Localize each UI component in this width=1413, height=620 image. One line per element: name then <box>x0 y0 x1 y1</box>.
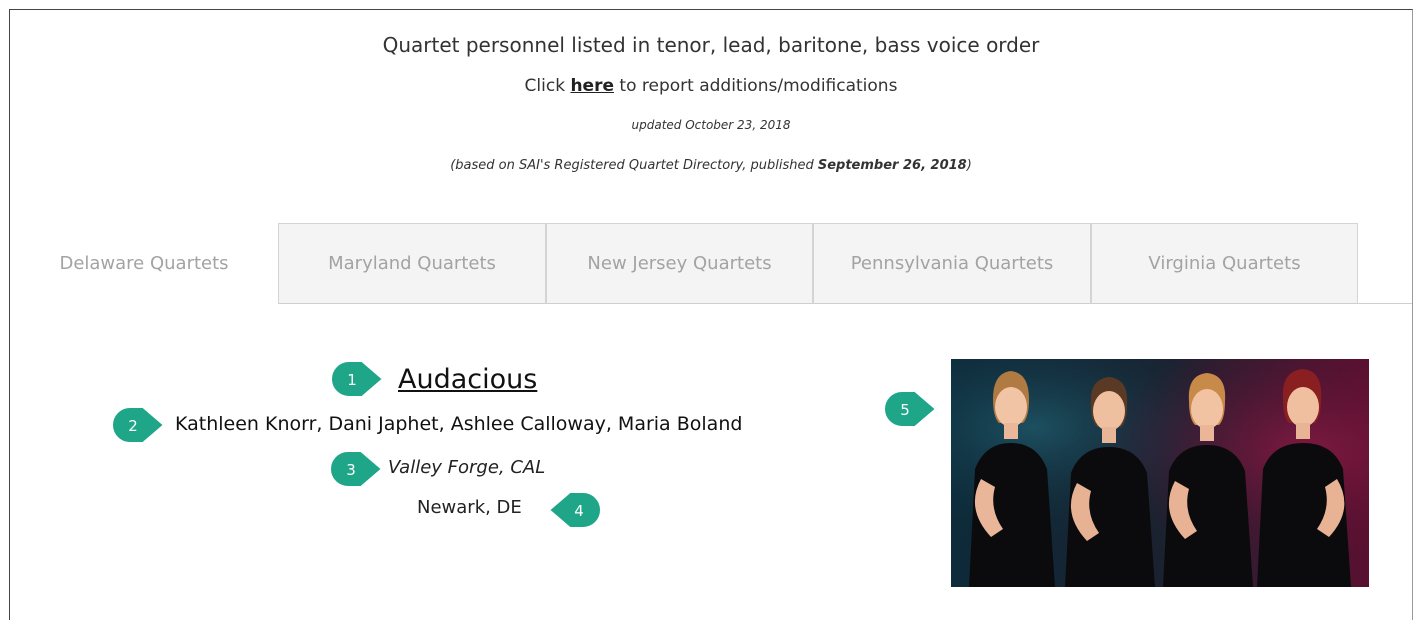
callout-label-1: 1 <box>347 371 357 389</box>
source-prefix: (based on SAI's Registered Quartet Direc… <box>450 158 818 173</box>
quartet-photo <box>951 359 1369 587</box>
callout-label-4: 4 <box>574 502 584 520</box>
page-frame: Quartet personnel listed in tenor, lead,… <box>9 9 1413 620</box>
callout-marker-5: 5 <box>882 389 940 429</box>
tab-maryland-quartets[interactable]: Maryland Quartets <box>278 223 546 304</box>
source-date: September 26, 2018 <box>817 158 967 173</box>
tab-pennsylvania-quartets[interactable]: Pennsylvania Quartets <box>813 223 1091 304</box>
report-suffix: to report additions/modifications <box>614 76 898 96</box>
report-prefix: Click <box>524 76 571 96</box>
quartet-district: Valley Forge, CAL <box>388 457 546 478</box>
directory-source-note: (based on SAI's Registered Quartet Direc… <box>10 158 1412 173</box>
callout-marker-2: 2 <box>110 405 168 445</box>
quartet-city: Newark, DE <box>417 497 522 518</box>
quartet-name[interactable]: Audacious <box>398 364 537 395</box>
callout-marker-1: 1 <box>329 359 387 399</box>
callout-marker-4: 4 <box>545 490 603 530</box>
quartet-members: Kathleen Knorr, Dani Japhet, Ashlee Call… <box>175 413 743 435</box>
tab-virginia-quartets[interactable]: Virginia Quartets <box>1091 223 1358 304</box>
callout-marker-3: 3 <box>328 449 386 489</box>
callout-label-2: 2 <box>128 417 138 435</box>
tab-new-jersey-quartets[interactable]: New Jersey Quartets <box>546 223 813 304</box>
updated-date: updated October 23, 2018 <box>631 118 791 132</box>
report-link[interactable]: here <box>570 76 614 96</box>
callout-label-3: 3 <box>346 461 356 479</box>
callout-label-5: 5 <box>900 401 910 419</box>
source-suffix: ) <box>966 158 972 173</box>
voice-order-note: Quartet personnel listed in tenor, lead,… <box>382 33 1040 57</box>
report-note: Click here to report additions/modificat… <box>10 76 1412 96</box>
tab-delaware-quartets[interactable]: Delaware Quartets <box>10 223 278 304</box>
